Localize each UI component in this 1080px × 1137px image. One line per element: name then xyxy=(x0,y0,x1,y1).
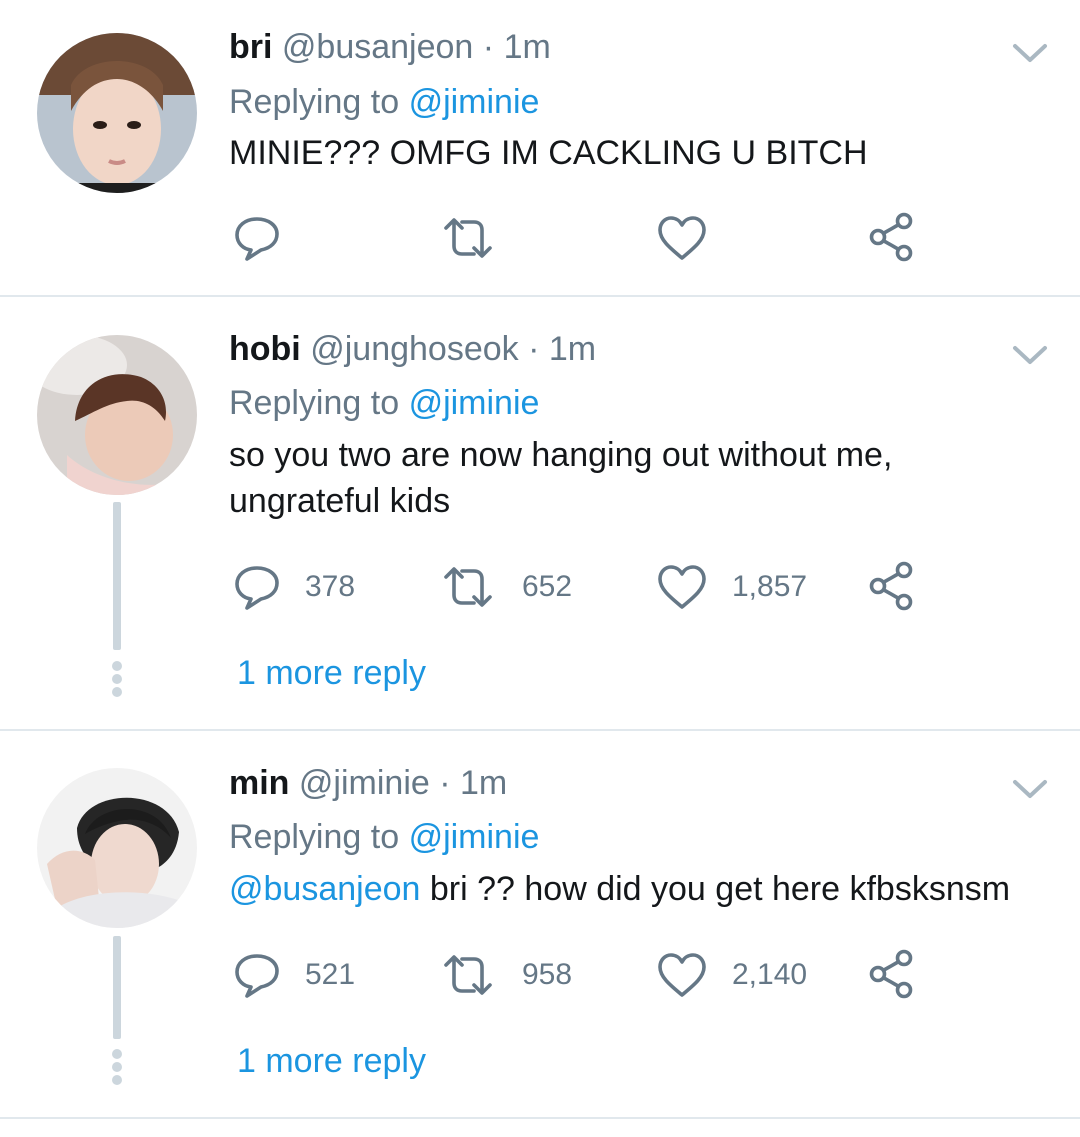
tweet-text: @busanjeon bri ?? how did you get here k… xyxy=(229,866,1059,912)
thread-dots xyxy=(112,1049,122,1088)
more-replies-link[interactable]: 1 more reply xyxy=(237,653,426,693)
display-name[interactable]: min xyxy=(229,764,289,802)
replying-to-label: Replying to xyxy=(229,818,400,856)
reply-count: 378 xyxy=(305,570,356,603)
share-button[interactable] xyxy=(866,211,918,263)
tweet-1[interactable]: bri @busanjeon · 1m Replying to @jiminie… xyxy=(0,0,1080,296)
avatar[interactable] xyxy=(37,768,197,928)
replying-to-handle[interactable]: @jiminie xyxy=(409,83,540,121)
replying-to: Replying to @jiminie xyxy=(229,383,539,423)
share-button[interactable] xyxy=(866,948,918,1000)
reply-button[interactable] xyxy=(233,214,281,262)
retweet-icon xyxy=(438,951,498,999)
reply-icon xyxy=(233,951,281,999)
timestamp: · 1m xyxy=(439,764,508,802)
tweet-text-content: bri ?? how did you get here kfbsksnsm xyxy=(420,870,1011,908)
tweet-text: so you two are now hanging out without m… xyxy=(229,436,893,520)
thread-dots xyxy=(112,661,122,700)
share-button[interactable] xyxy=(866,560,918,612)
like-count: 2,140 xyxy=(732,958,808,991)
display-name[interactable]: bri xyxy=(229,28,272,66)
tweet-3[interactable]: min @jiminie · 1m Replying to @jiminie @… xyxy=(0,731,1080,1117)
more-replies-link[interactable]: 1 more reply xyxy=(237,1041,426,1081)
replying-to: Replying to @jiminie xyxy=(229,817,539,857)
heart-icon xyxy=(656,951,708,999)
reply-count: 521 xyxy=(305,958,356,991)
timestamp: · 1m xyxy=(528,330,597,368)
reply-icon xyxy=(233,563,281,611)
thread-line xyxy=(113,502,121,650)
heart-icon xyxy=(656,563,708,611)
avatar[interactable] xyxy=(37,335,197,495)
tweet-header: bri @busanjeon · 1m xyxy=(229,27,551,67)
reply-icon xyxy=(233,214,281,262)
replying-to-label: Replying to xyxy=(229,83,400,121)
thread-line xyxy=(113,936,121,1039)
timestamp: · 1m xyxy=(482,28,551,66)
display-name[interactable]: hobi xyxy=(229,330,301,368)
retweet-icon xyxy=(438,214,498,262)
replying-to-handle[interactable]: @jiminie xyxy=(409,818,540,856)
retweet-count: 652 xyxy=(522,570,573,603)
retweet-button[interactable]: 958 xyxy=(438,951,572,999)
retweet-icon xyxy=(438,563,498,611)
share-icon xyxy=(866,211,918,263)
divider xyxy=(0,1117,1080,1119)
reply-button[interactable]: 378 xyxy=(233,563,355,611)
like-button[interactable]: 2,140 xyxy=(656,951,807,999)
retweet-button[interactable]: 652 xyxy=(438,563,572,611)
like-count: 1,857 xyxy=(732,570,808,603)
tweet-text: MINIE??? OMFG IM CACKLING U BITCH xyxy=(229,134,868,172)
avatar[interactable] xyxy=(37,33,197,193)
tweet-header: min @jiminie · 1m xyxy=(229,763,507,803)
heart-icon xyxy=(656,214,708,262)
share-icon xyxy=(866,948,918,1000)
replying-to-handle[interactable]: @jiminie xyxy=(409,384,540,422)
replying-to-label: Replying to xyxy=(229,384,400,422)
like-button[interactable] xyxy=(656,214,708,262)
like-button[interactable]: 1,857 xyxy=(656,563,807,611)
mention-link[interactable]: @busanjeon xyxy=(229,870,420,908)
chevron-down-icon[interactable] xyxy=(1010,774,1050,804)
chevron-down-icon[interactable] xyxy=(1010,38,1050,68)
retweet-count: 958 xyxy=(522,958,573,991)
chevron-down-icon[interactable] xyxy=(1010,340,1050,370)
retweet-button[interactable] xyxy=(438,214,498,262)
handle[interactable]: @jiminie xyxy=(299,764,430,802)
tweet-header: hobi @junghoseok · 1m xyxy=(229,329,596,369)
reply-button[interactable]: 521 xyxy=(233,951,355,999)
tweet-2[interactable]: hobi @junghoseok · 1m Replying to @jimin… xyxy=(0,297,1080,729)
handle[interactable]: @junghoseok xyxy=(310,330,518,368)
replying-to: Replying to @jiminie xyxy=(229,82,539,122)
handle[interactable]: @busanjeon xyxy=(282,28,473,66)
share-icon xyxy=(866,560,918,612)
